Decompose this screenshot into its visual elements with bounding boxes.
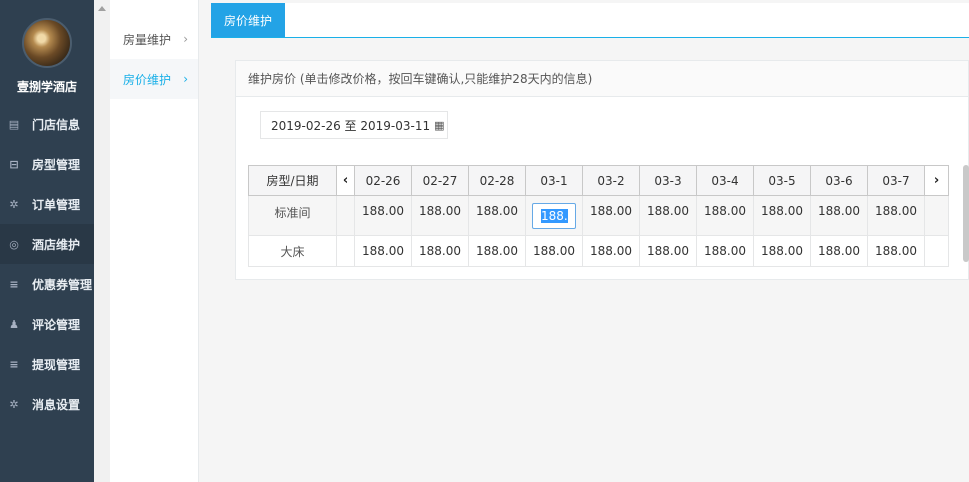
header-date: 02-27: [411, 165, 469, 196]
sidebar-item-label: 订单管理: [32, 197, 81, 212]
prev-dates-chevron-left-icon[interactable]: ‹: [336, 165, 355, 196]
price-cell[interactable]: 188.00: [753, 195, 811, 236]
price-cell[interactable]: 188.00: [468, 235, 526, 267]
sidebar-item[interactable]: ⊟ 房型管理: [0, 144, 94, 184]
sidebar-item-label: 提现管理: [32, 357, 81, 372]
price-cell[interactable]: 188.00: [867, 235, 925, 267]
main-content: 房价维护 维护房价 (单击修改价格，按回车键确认,只能维护28天内的信息) 20…: [199, 0, 969, 482]
sidebar-scrollbar[interactable]: [94, 0, 110, 482]
table-row: 标准间 188.00 188.00 188.00 188. 188.00 188.00 188…: [248, 195, 949, 236]
newspaper-icon: ▤: [8, 117, 20, 131]
price-cell[interactable]: 188.00: [525, 235, 583, 267]
empty-cell: [924, 235, 949, 267]
sidebar-item[interactable]: ▤ 门店信息: [0, 104, 94, 144]
price-cell[interactable]: 188.: [525, 195, 583, 236]
submenu-item[interactable]: 房量维护 ›: [110, 19, 198, 59]
header-date: 03-4: [696, 165, 754, 196]
empty-cell: [924, 195, 949, 236]
header-date: 03-3: [639, 165, 697, 196]
sidebar-item[interactable]: ♟ 评论管理: [0, 304, 94, 344]
chevron-right-icon: ›: [183, 32, 188, 46]
calendar-icon: ▦: [434, 118, 445, 132]
cart-icon: ⊟: [9, 157, 19, 171]
gear-icon: ✲: [9, 397, 19, 411]
price-cell[interactable]: 188.00: [354, 195, 412, 236]
header-date: 03-5: [753, 165, 811, 196]
header-room-type: 房型/日期: [248, 165, 337, 196]
price-cell[interactable]: 188.00: [354, 235, 412, 267]
app-root: 壹捌学酒店 ▤ 门店信息 ⊟ 房型管理 ✲ 订单管理 ◎ 酒店维护 ≡ 优惠券管理 ♟ 评论管理 ≡ 提现…: [0, 0, 969, 482]
header-date: 02-26: [354, 165, 412, 196]
sidebar-item-label: 优惠券管理: [32, 277, 93, 292]
table-header-row: 房型/日期 ‹ 02-26 02-27 02-28 03-1 03-2 03-3 03-4 03-…: [248, 165, 949, 196]
header-date: 03-2: [582, 165, 640, 196]
price-cell[interactable]: 188.00: [411, 235, 469, 267]
user-icon: ♟: [9, 317, 19, 331]
sidebar-item-label: 酒店维护: [32, 237, 81, 252]
header-date: 03-6: [810, 165, 868, 196]
chevron-right-icon: ›: [183, 72, 188, 86]
header-date: 02-28: [468, 165, 526, 196]
date-range-picker[interactable]: 2019-02-26 至 2019-03-11 ▦: [260, 111, 448, 139]
content-scrollbar[interactable]: [963, 165, 969, 262]
sidebar-nav: ▤ 门店信息 ⊟ 房型管理 ✲ 订单管理 ◎ 酒店维护 ≡ 优惠券管理 ♟ 评论管理 ≡ 提现管理 ✲ 消息设…: [0, 104, 94, 424]
room-type-cell: 大床: [248, 235, 337, 267]
target-icon: ◎: [9, 237, 19, 251]
header-date: 03-7: [867, 165, 925, 196]
price-edit-input[interactable]: 188.: [532, 203, 576, 229]
brand-name: 壹捌学酒店: [16, 80, 77, 94]
tab-room-price[interactable]: 房价维护: [211, 3, 285, 37]
sidebar-item[interactable]: ◎ 酒店维护: [0, 224, 94, 264]
brand-block: 壹捌学酒店: [0, 0, 94, 104]
price-grid: 房型/日期 ‹ 02-26 02-27 02-28 03-1 03-2 03-3 03-4 03-…: [248, 165, 968, 267]
sidebar-item-label: 消息设置: [32, 397, 81, 412]
price-cell[interactable]: 188.00: [810, 235, 868, 267]
date-range-text: 2019-02-26 至 2019-03-11: [271, 118, 431, 133]
sidebar-item[interactable]: ≡ 优惠券管理: [0, 264, 94, 304]
sidebar-item[interactable]: ✲ 订单管理: [0, 184, 94, 224]
price-cell[interactable]: 188.00: [696, 195, 754, 236]
table-row: 大床 188.00 188.00 188.00 188.00 188.00 188.00 18…: [248, 235, 949, 267]
sidebar-item-label: 门店信息: [32, 117, 81, 132]
hotel-avatar[interactable]: [22, 18, 72, 68]
empty-cell: [336, 195, 355, 236]
list-icon: ≡: [9, 277, 19, 291]
sidebar-item[interactable]: ≡ 提现管理: [0, 344, 94, 384]
sidebar-item-label: 房型管理: [32, 157, 81, 172]
price-cell[interactable]: 188.00: [810, 195, 868, 236]
price-panel: 维护房价 (单击修改价格，按回车键确认,只能维护28天内的信息) 2019-02…: [235, 60, 969, 280]
price-cell[interactable]: 188.00: [582, 235, 640, 267]
price-table: 房型/日期 ‹ 02-26 02-27 02-28 03-1 03-2 03-3 03-4 03-…: [248, 165, 949, 267]
table-body: 标准间 188.00 188.00 188.00 188. 188.00 188.00 188…: [248, 195, 949, 267]
empty-cell: [336, 235, 355, 267]
tab-bar: 房价维护: [211, 3, 969, 38]
submenu-item-label: 房量维护: [123, 32, 172, 47]
list-icon: ≡: [9, 357, 19, 371]
submenu-item-label: 房价维护: [123, 72, 172, 87]
gear-icon: ✲: [9, 197, 19, 211]
sidebar-item[interactable]: ✲ 消息设置: [0, 384, 94, 424]
price-edit-selection: 188.: [541, 209, 568, 223]
sidebar-item-label: 评论管理: [32, 317, 81, 332]
price-cell[interactable]: 188.00: [639, 195, 697, 236]
next-dates-chevron-right-icon[interactable]: ›: [924, 165, 949, 196]
price-cell[interactable]: 188.00: [639, 235, 697, 267]
scroll-up-arrow-icon[interactable]: [98, 6, 106, 11]
submenu: 房量维护 › 房价维护 ›: [110, 0, 199, 482]
price-cell[interactable]: 188.00: [411, 195, 469, 236]
price-cell[interactable]: 188.00: [468, 195, 526, 236]
room-type-cell: 标准间: [248, 195, 337, 236]
price-cell[interactable]: 188.00: [867, 195, 925, 236]
main-sidebar: 壹捌学酒店 ▤ 门店信息 ⊟ 房型管理 ✲ 订单管理 ◎ 酒店维护 ≡ 优惠券管理 ♟ 评论管理 ≡ 提现…: [0, 0, 94, 482]
panel-title: 维护房价 (单击修改价格，按回车键确认,只能维护28天内的信息): [236, 61, 968, 97]
price-cell[interactable]: 188.00: [582, 195, 640, 236]
header-date: 03-1: [525, 165, 583, 196]
price-cell[interactable]: 188.00: [753, 235, 811, 267]
submenu-item[interactable]: 房价维护 ›: [110, 59, 198, 99]
price-cell[interactable]: 188.00: [696, 235, 754, 267]
